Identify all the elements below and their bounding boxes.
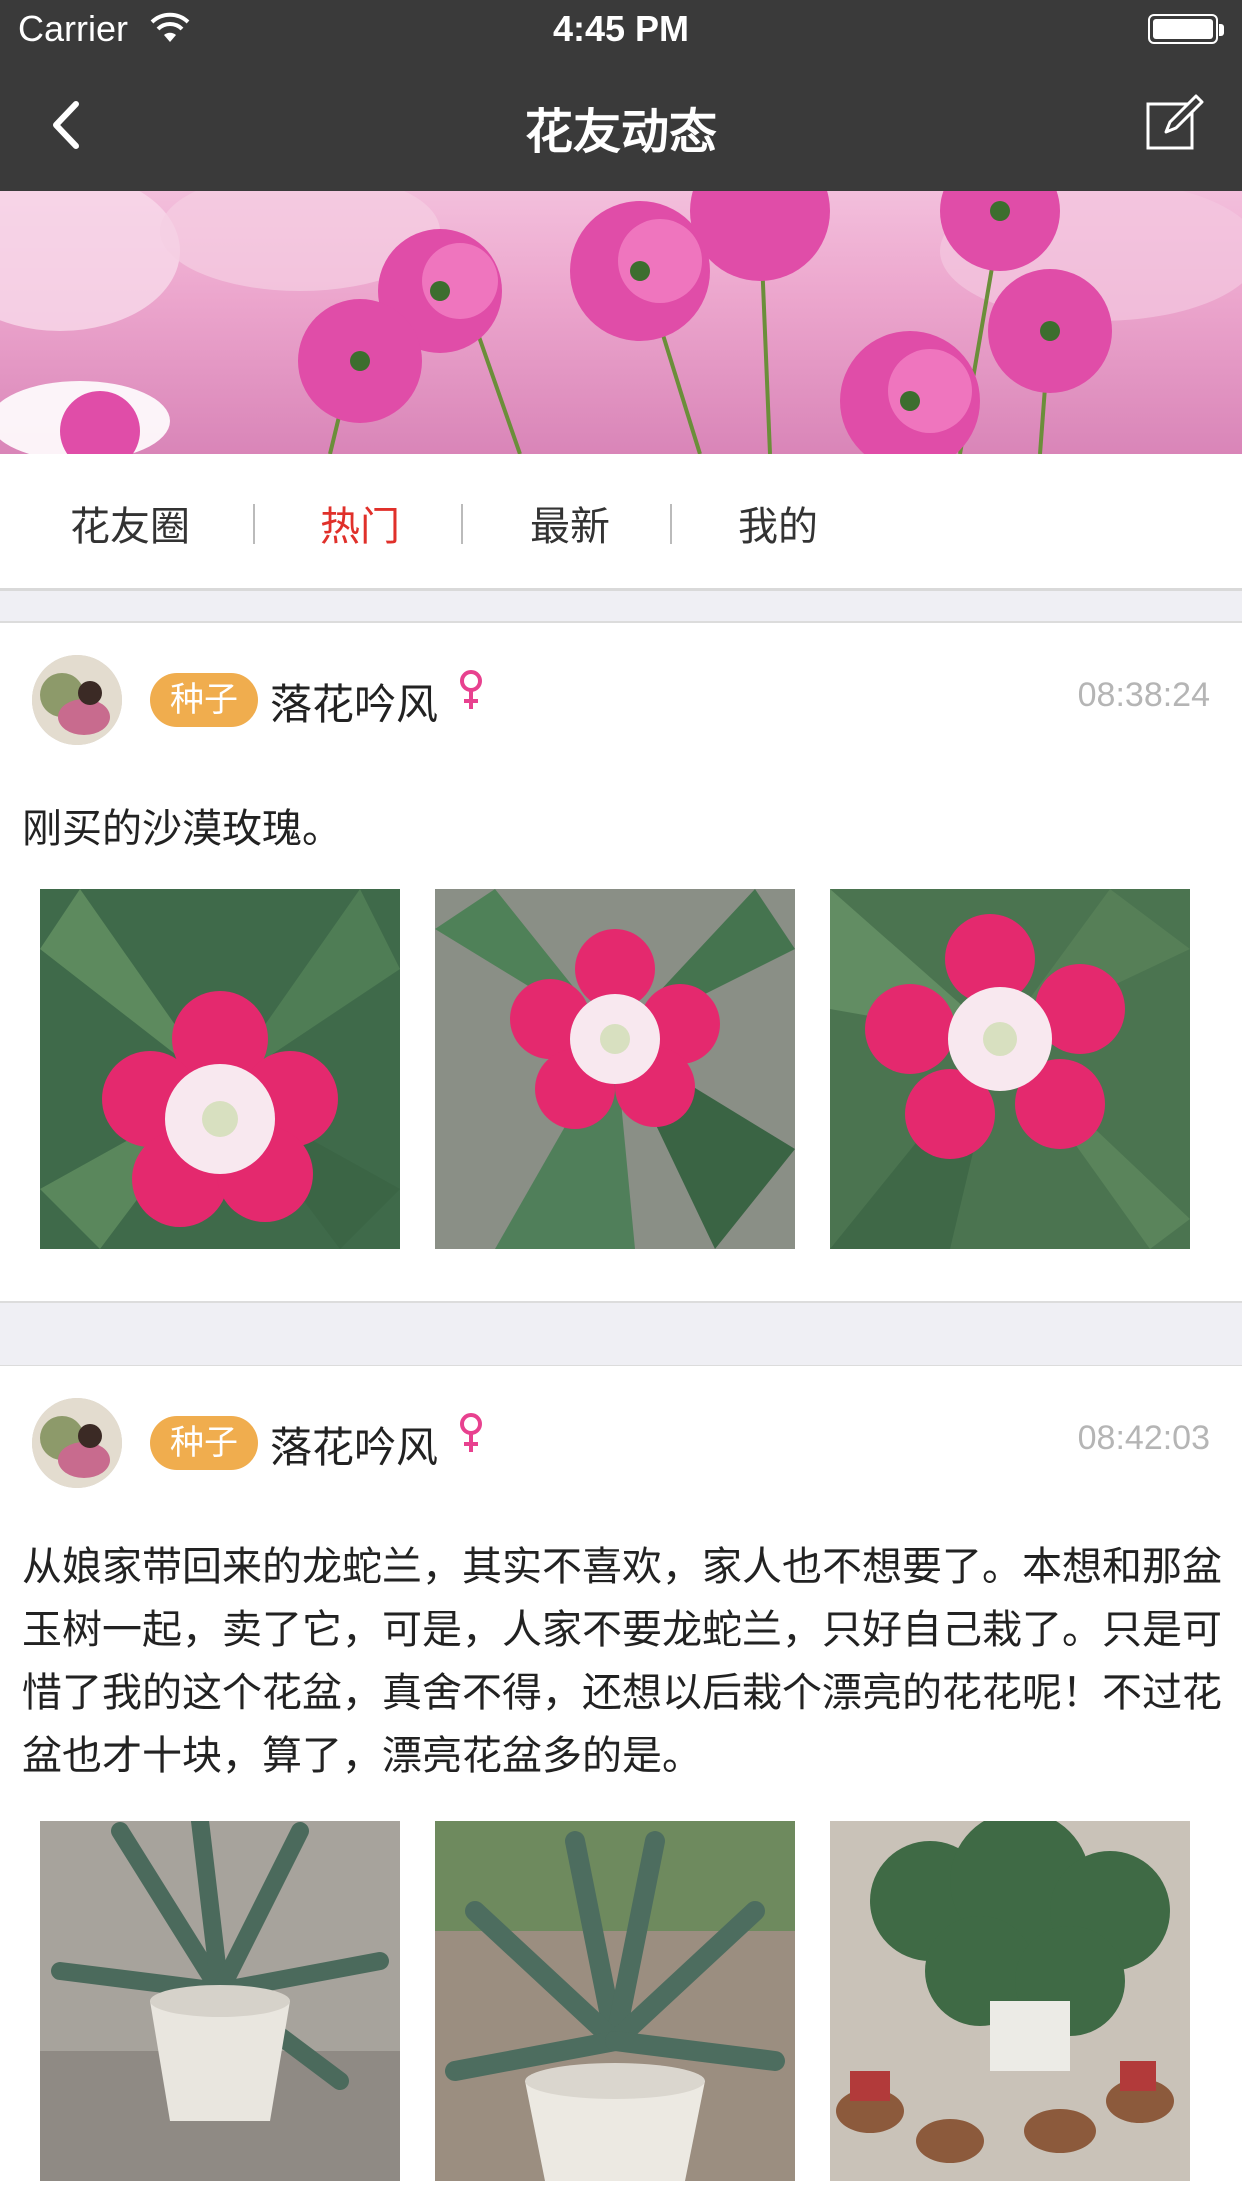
female-icon (460, 1413, 482, 1452)
desert-rose-photo[interactable] (40, 889, 400, 1249)
avatar[interactable] (32, 1398, 122, 1488)
post-time: 08:38:24 (1077, 676, 1210, 714)
jade-tree-photo[interactable] (830, 1821, 1190, 2181)
tab-mine[interactable]: 我的 (738, 494, 818, 552)
desert-rose-photo[interactable] (435, 889, 795, 1249)
tab-divider (461, 504, 463, 544)
desert-rose-photo[interactable] (830, 889, 1190, 1249)
avatar[interactable] (32, 655, 122, 745)
tab-friends-circle[interactable]: 花友圈 (70, 494, 190, 552)
agave-pot-photo[interactable] (435, 1821, 795, 2181)
tab-hot[interactable]: 热门 (320, 494, 400, 552)
banner-image (0, 191, 1242, 454)
tab-divider (670, 504, 672, 544)
female-icon (460, 670, 482, 709)
username[interactable]: 落花吟风 (270, 671, 438, 732)
post-content: 刚买的沙漠玫瑰。 (22, 806, 342, 852)
tab-latest[interactable]: 最新 (530, 494, 610, 552)
post-content: 从娘家带回来的龙蛇兰，其实不喜欢，家人也不想要了。本想和那盆玉树一起，卖了它，可… (22, 1544, 1222, 1779)
page-title: 花友动态 (524, 104, 717, 160)
level-badge: 种子 (150, 1416, 258, 1470)
level-badge: 种子 (150, 673, 258, 727)
post-card[interactable]: 种子 落花吟风 08:42:03 从娘家带回来的龙蛇兰，其实不喜欢，家人也不想要… (0, 1366, 1242, 2208)
navigation-bar: Carrier 4:45 PM 花友动态 (0, 0, 1242, 191)
status-bar: Carrier 4:45 PM (0, 0, 1242, 62)
post-time: 08:42:03 (1077, 1419, 1210, 1457)
agave-pot-photo[interactable] (40, 1821, 400, 2181)
status-time: 4:45 PM (552, 8, 690, 49)
section-divider (0, 591, 1242, 623)
compose-icon[interactable] (1144, 92, 1206, 154)
username[interactable]: 落花吟风 (270, 1414, 438, 1475)
segment-tabs: 花友圈 热门 最新 我的 (0, 454, 1242, 591)
post-card[interactable]: 种子 落花吟风 08:38:24 刚买的沙漠玫瑰。 (0, 623, 1242, 1301)
tab-divider (253, 504, 255, 544)
section-divider (0, 1301, 1242, 1367)
battery-icon (1148, 14, 1224, 44)
